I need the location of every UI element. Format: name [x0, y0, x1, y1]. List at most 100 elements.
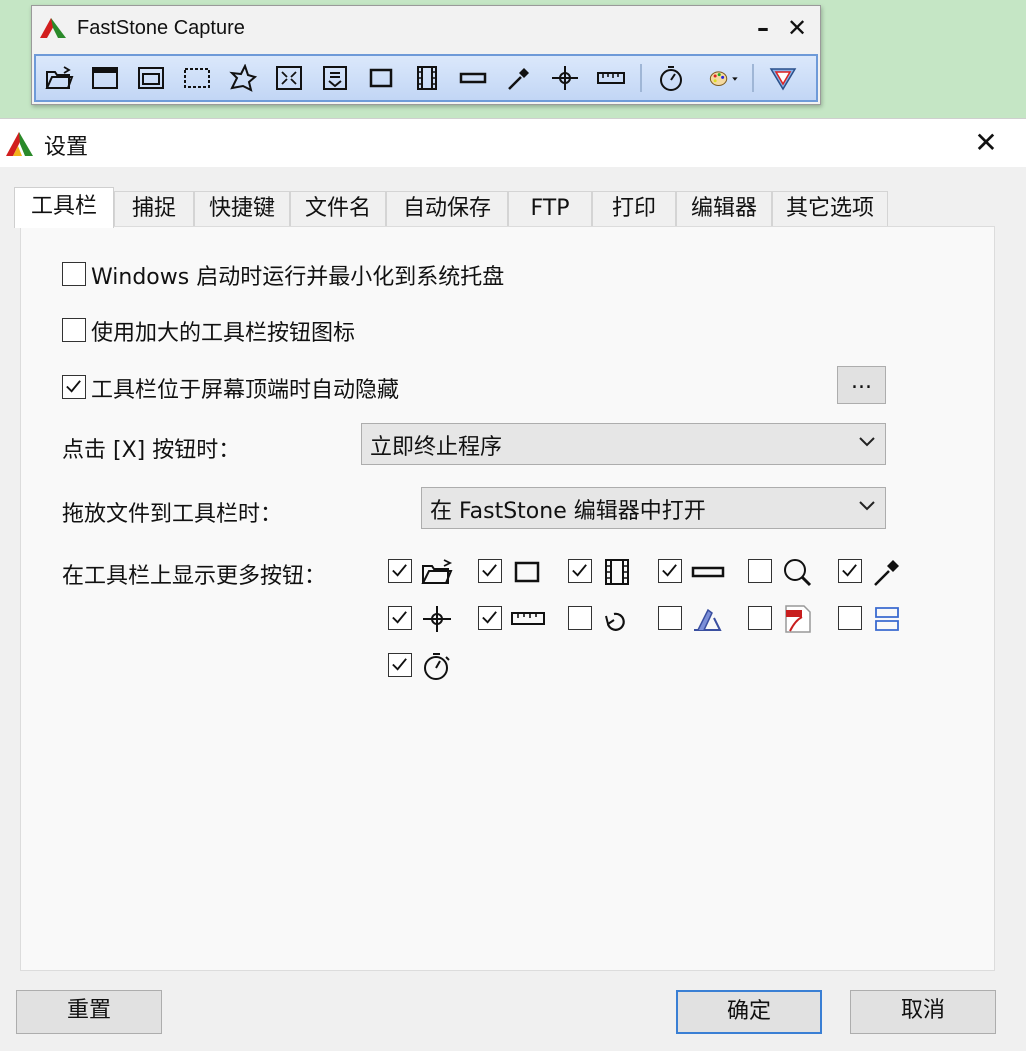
- tab-toolbar[interactable]: 工具栏: [14, 187, 114, 228]
- scanner-checkbox[interactable]: [658, 606, 682, 630]
- checkmark-icon: [662, 564, 677, 577]
- toolbar-settings-panel: Windows 启动时运行并最小化到系统托盘 使用加大的工具栏按钮图标 工具栏位…: [20, 226, 995, 971]
- checkmark-icon: [842, 564, 857, 577]
- capture-scrolling-icon[interactable]: [318, 62, 352, 94]
- settings-dialog: 设置 ✕ 工具栏 捕捉 快捷键 文件名 自动保存 FTP 打印 编辑器 其它选项…: [0, 118, 1026, 1051]
- capture-fixed-region-icon[interactable]: [364, 62, 398, 94]
- more-button-item: [748, 557, 838, 597]
- open-folder-icon[interactable]: [42, 62, 76, 94]
- dialog-titlebar[interactable]: 设置 ✕: [0, 119, 1026, 167]
- crosshair-icon[interactable]: [548, 62, 582, 94]
- open-folder-icon: [421, 559, 453, 584]
- dialog-close-button[interactable]: ✕: [966, 125, 1006, 161]
- open-folder-checkbox[interactable]: [388, 559, 412, 583]
- timer-checkbox[interactable]: [388, 653, 412, 677]
- more-button-item: [658, 604, 748, 644]
- checkmark-icon: [392, 658, 407, 671]
- more-buttons-label: 在工具栏上显示更多按钮：: [62, 564, 327, 589]
- large-icons-checkbox[interactable]: [62, 318, 86, 342]
- close-action-value: 立即终止程序: [370, 435, 503, 460]
- more-button-item: [838, 557, 928, 597]
- auto-hide-options-button[interactable]: ...: [837, 366, 886, 404]
- more-button-item: [568, 604, 658, 644]
- film-recorder-checkbox[interactable]: [568, 559, 592, 583]
- tab-capture[interactable]: 捕捉: [114, 191, 194, 227]
- ok-button[interactable]: 确定: [676, 990, 822, 1034]
- reset-button[interactable]: 重置: [16, 990, 162, 1034]
- startup-minimize-label: Windows 启动时运行并最小化到系统托盘: [91, 265, 505, 290]
- more-button-item: [388, 651, 478, 691]
- repeat-last-checkbox[interactable]: [568, 606, 592, 630]
- more-button-item: [658, 557, 748, 597]
- color-picker-icon[interactable]: [502, 62, 536, 94]
- startup-minimize-checkbox[interactable]: [62, 262, 86, 286]
- more-button-item: [478, 557, 568, 597]
- drop-action-value: 在 FastStone 编辑器中打开: [430, 499, 706, 524]
- repeat-last-icon: [605, 612, 625, 631]
- split-window-checkbox[interactable]: [838, 606, 862, 630]
- faststone-logo-icon: [40, 18, 66, 38]
- tab-hotkeys[interactable]: 快捷键: [194, 191, 290, 227]
- tab-filename[interactable]: 文件名: [290, 191, 386, 227]
- tab-autosave[interactable]: 自动保存: [386, 191, 508, 227]
- fixed-region-checkbox[interactable]: [478, 559, 502, 583]
- tab-other-options[interactable]: 其它选项: [772, 191, 888, 227]
- color-picker-icon: [874, 560, 899, 586]
- ruler-icon: [511, 612, 545, 625]
- crosshair-checkbox[interactable]: [388, 606, 412, 630]
- auto-hide-checkbox[interactable]: [62, 375, 86, 399]
- close-button[interactable]: ✕: [782, 12, 812, 44]
- close-action-label: 点击 [X] 按钮时：: [62, 438, 241, 463]
- tab-ftp[interactable]: FTP: [508, 191, 592, 227]
- settings-icon[interactable]: [766, 62, 800, 94]
- drop-action-label: 拖放文件到工具栏时：: [62, 502, 283, 527]
- color-picker-checkbox[interactable]: [838, 559, 862, 583]
- tab-print[interactable]: 打印: [592, 191, 676, 227]
- timer-icon[interactable]: [654, 62, 688, 94]
- capture-titlebar[interactable]: FastStone Capture – ✕: [32, 6, 820, 50]
- dialog-title: 设置: [44, 135, 89, 160]
- screen-recorder-icon[interactable]: [410, 62, 444, 94]
- checkmark-icon: [66, 380, 81, 393]
- capture-window-icon[interactable]: [88, 62, 122, 94]
- capture-toolbar-window: FastStone Capture – ✕: [31, 5, 821, 105]
- more-button-item: [568, 557, 658, 597]
- pdf-icon: [785, 605, 811, 633]
- more-button-item: [478, 604, 568, 644]
- checkmark-icon: [392, 611, 407, 624]
- drop-action-select[interactable]: 在 FastStone 编辑器中打开: [421, 487, 886, 529]
- split-window-icon: [875, 607, 899, 631]
- chevron-down-icon: [859, 437, 875, 447]
- large-icons-label: 使用加大的工具栏按钮图标: [91, 321, 356, 346]
- ruler-checkbox[interactable]: [478, 606, 502, 630]
- more-button-item: [388, 604, 478, 644]
- magnifier-checkbox[interactable]: [748, 559, 772, 583]
- capture-window-title: FastStone Capture: [77, 17, 245, 39]
- capture-rectangle-icon[interactable]: [180, 62, 214, 94]
- capture-bar-icon: [691, 566, 725, 578]
- more-button-item: [838, 604, 928, 644]
- timer-icon: [424, 653, 450, 680]
- checkmark-icon: [482, 611, 497, 624]
- minimize-button[interactable]: –: [750, 12, 776, 44]
- pdf-checkbox[interactable]: [748, 606, 772, 630]
- capture-tool-strip: [34, 54, 818, 102]
- fixed-region-icon: [514, 561, 540, 583]
- capture-bar-icon[interactable]: [456, 62, 490, 94]
- film-recorder-icon: [605, 559, 629, 585]
- palette-dropdown-icon[interactable]: [700, 62, 748, 94]
- ruler-icon[interactable]: [594, 62, 628, 94]
- chevron-down-icon: [859, 501, 875, 511]
- more-button-item: [748, 604, 838, 644]
- checkmark-icon: [572, 564, 587, 577]
- capture-freehand-icon[interactable]: [226, 62, 260, 94]
- more-button-item: [388, 557, 478, 597]
- tab-editor[interactable]: 编辑器: [676, 191, 772, 227]
- capture-object-icon[interactable]: [134, 62, 168, 94]
- toolbar-separator: [640, 64, 642, 92]
- capture-fullscreen-icon[interactable]: [272, 62, 306, 94]
- cancel-button[interactable]: 取消: [850, 990, 996, 1034]
- checkmark-icon: [392, 564, 407, 577]
- close-action-select[interactable]: 立即终止程序: [361, 423, 886, 465]
- capture-bar-checkbox[interactable]: [658, 559, 682, 583]
